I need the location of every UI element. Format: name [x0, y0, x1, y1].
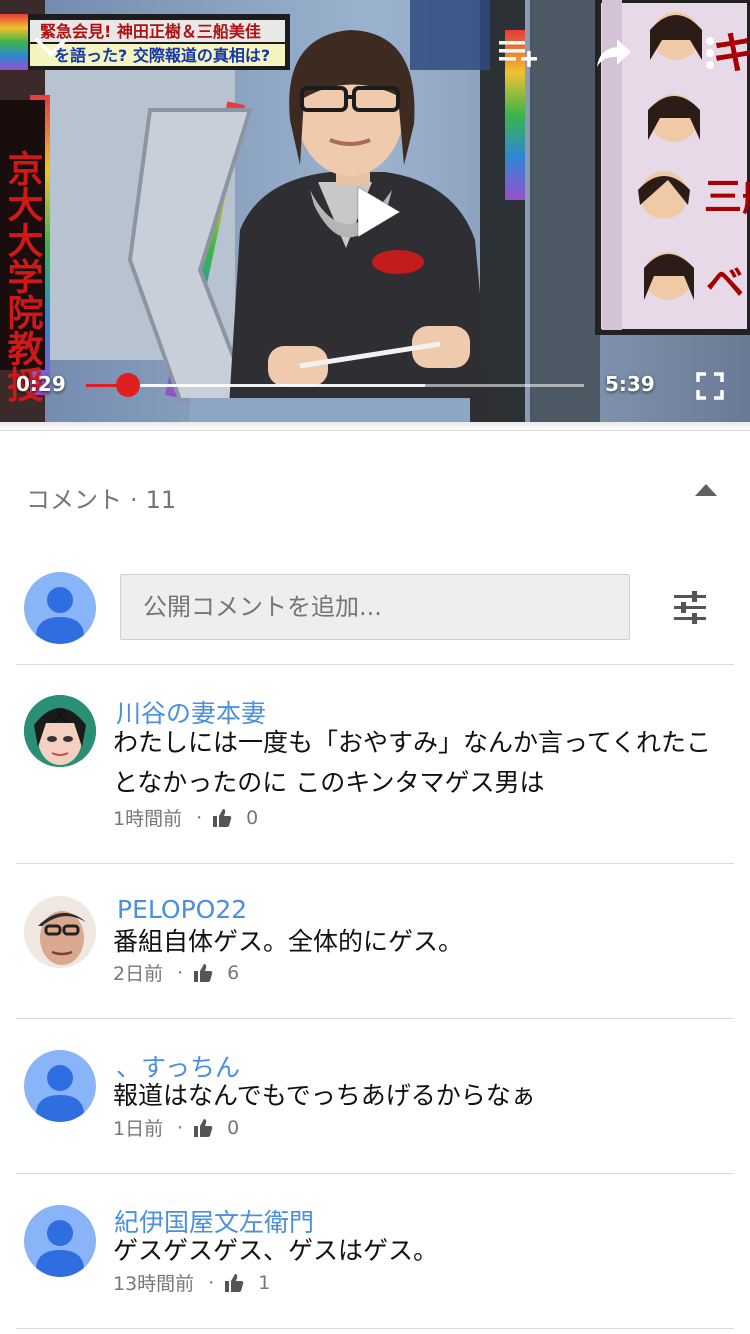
collapse-button[interactable] — [34, 34, 68, 62]
comments-header: コメント · 11 — [26, 480, 176, 515]
comment-line: 報道はなんでもでっちあげるからなぁ — [113, 1081, 536, 1110]
comments-title: コメント — [26, 486, 122, 514]
sliders-icon — [674, 591, 706, 624]
elapsed-time: 0:29 — [16, 372, 66, 396]
more-vert-icon — [706, 37, 714, 69]
comment-time: 1時間前 — [113, 808, 183, 830]
divider — [16, 1018, 734, 1019]
thumb-up-icon[interactable] — [193, 963, 213, 983]
like-count: 0 — [227, 1116, 240, 1139]
separator-dot: · — [130, 486, 138, 514]
comment-line: 番組自体ゲス。全体的にゲス。 — [113, 927, 464, 956]
divider — [16, 1173, 734, 1174]
comment-meta-1: 1時間前 · 0 — [113, 804, 258, 831]
video-player[interactable]: キ 三船 ベ 京大大学院教授 緊急会見! 神田正樹＆三船美佳 を語った? 交際報… — [0, 0, 750, 422]
current-user-avatar — [24, 572, 96, 644]
play-button[interactable] — [352, 184, 404, 240]
comment-author-2[interactable]: PELOPO22 — [117, 895, 247, 924]
like-count: 1 — [258, 1271, 271, 1294]
thumb-up-icon[interactable] — [193, 1118, 213, 1138]
share-button[interactable] — [594, 36, 634, 70]
thumb-up-icon[interactable] — [212, 808, 232, 828]
comment-time: 13時間前 — [113, 1273, 195, 1295]
fullscreen-icon — [696, 372, 724, 400]
comments-count: 11 — [145, 486, 177, 514]
comment-line: ゲスゲスゲス、ゲスはゲス。 — [113, 1236, 439, 1265]
tv-side-text: 京大大学院教授 — [2, 149, 44, 402]
comment-text-4: ゲスゲスゲス、ゲスはゲス。 — [113, 1231, 438, 1271]
comment-text-2: 番組自体ゲス。全体的にゲス。 — [113, 922, 463, 962]
add-comment-input[interactable] — [120, 574, 630, 640]
like-count: 6 — [227, 961, 240, 984]
comment-text-3: 報道はなんでもでっちあげるからなぁ — [113, 1076, 536, 1116]
tv-banner-2: を語った? 交際報道の真相は? — [54, 46, 270, 65]
comment-text-1: わたしには一度も「おやすみ」なんか言ってくれたこ となかったのに このキンタマゲ… — [113, 723, 711, 803]
divider — [16, 1328, 734, 1329]
comment-meta-4: 13時間前 · 1 — [113, 1269, 270, 1296]
progress-bar[interactable] — [86, 373, 584, 397]
divider — [0, 430, 750, 431]
tv-board-text-2: 三船 — [704, 175, 750, 219]
tv-board-text-3: ベ — [706, 261, 744, 305]
play-icon — [357, 186, 401, 238]
comment-avatar-1[interactable]: 犬 — [24, 695, 96, 767]
svg-text:犬: 犬 — [53, 708, 68, 725]
playlist-add-icon — [499, 41, 537, 67]
player-shadow — [0, 422, 750, 430]
like-count: 0 — [246, 806, 259, 829]
tv-banner-1: 緊急会見! 神田正樹＆三船美佳 — [40, 22, 261, 41]
triangle-up-icon — [695, 484, 717, 496]
comment-line: わたしには一度も「おやすみ」なんか言ってくれたこ — [113, 728, 712, 757]
share-icon — [597, 39, 631, 67]
comment-line: となかったのに このキンタマゲス男は — [113, 768, 545, 797]
comment-meta-3: 1日前 · 0 — [113, 1114, 239, 1141]
duration-time: 5:39 — [605, 372, 655, 396]
comment-avatar-3[interactable] — [24, 1050, 96, 1122]
comment-meta-2: 2日前 · 6 — [113, 959, 239, 986]
thumb-up-icon[interactable] — [224, 1273, 244, 1293]
comment-time: 2日前 — [113, 963, 164, 985]
sort-comments-button[interactable] — [674, 589, 706, 625]
comment-avatar-4[interactable] — [24, 1205, 96, 1277]
divider — [16, 863, 734, 864]
divider — [16, 664, 734, 665]
more-options-button[interactable] — [700, 34, 720, 72]
collapse-comments-button[interactable] — [694, 482, 718, 502]
chevron-down-icon — [35, 38, 67, 57]
comment-avatar-2[interactable] — [24, 896, 96, 968]
comment-time: 1日前 — [113, 1118, 164, 1140]
add-to-playlist-button[interactable] — [496, 36, 540, 70]
fullscreen-button[interactable] — [694, 370, 726, 402]
